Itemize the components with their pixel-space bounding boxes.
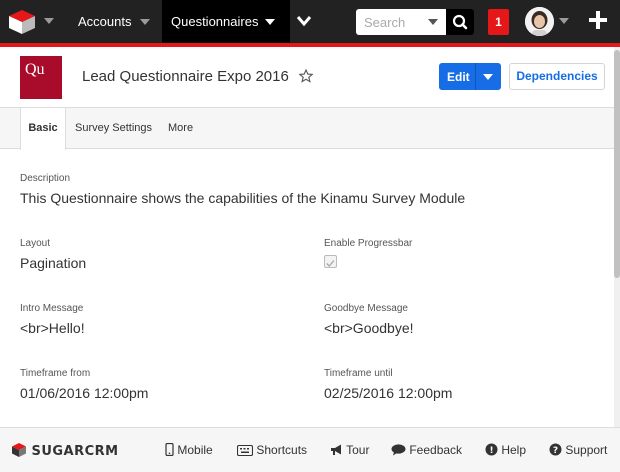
sugarcrm-footer-logo[interactable]: SUGARCRM <box>11 442 119 459</box>
user-menu-caret-icon[interactable] <box>559 18 569 24</box>
description-value[interactable]: This Questionnaire shows the capabilitie… <box>20 190 465 206</box>
favorite-star-icon[interactable] <box>299 69 313 83</box>
footer-shortcuts-label: Shortcuts <box>256 443 308 457</box>
chevron-down-icon[interactable] <box>140 19 150 25</box>
progressbar-checkbox[interactable] <box>324 255 337 268</box>
record-tabs: Basic Survey Settings More <box>0 108 614 150</box>
search-input[interactable] <box>356 9 426 35</box>
intro-message-value[interactable]: <br>Hello! <box>20 320 85 336</box>
chevron-down-icon[interactable] <box>265 19 275 25</box>
footer-mobile-link[interactable]: Mobile <box>165 442 213 457</box>
footer-support-label: Support <box>565 443 608 457</box>
search-module-caret-icon[interactable] <box>428 19 438 25</box>
footer-support-link[interactable]: ? Support <box>549 443 607 457</box>
notifications-badge[interactable]: 1 <box>488 9 509 35</box>
goodbye-message-value[interactable]: <br>Goodbye! <box>324 320 414 336</box>
timeframe-until-label: Timeframe until <box>324 368 393 379</box>
timeframe-from-label: Timeframe from <box>20 368 91 379</box>
nav-tab-accounts[interactable]: Accounts <box>70 0 162 43</box>
dependencies-button[interactable]: Dependencies <box>509 63 605 90</box>
layout-value[interactable]: Pagination <box>20 255 86 271</box>
footer-shortcuts-link[interactable]: Shortcuts <box>236 443 308 457</box>
global-search-box <box>356 9 446 35</box>
nav-tab-accounts-label: Accounts <box>78 14 132 29</box>
sugar-cube-logo-icon[interactable] <box>8 9 36 35</box>
description-label: Description <box>20 173 71 184</box>
logo-menu-caret-icon[interactable] <box>44 18 54 24</box>
nav-tab-questionnaires[interactable]: Questionnaires <box>162 0 290 43</box>
footer-feedback-link[interactable]: Feedback <box>391 443 462 457</box>
support-circle-icon: ? <box>549 443 562 456</box>
tab-more[interactable]: More <box>168 108 193 149</box>
footer-bar: SUGARCRM Mobile Shortcuts Tour Feedback <box>0 427 620 472</box>
mobile-icon <box>165 442 174 457</box>
record-title: Lead Questionnaire Expo 2016 <box>82 68 289 85</box>
keyboard-icon <box>236 444 254 457</box>
nav-tab-questionnaires-label: Questionnaires <box>171 14 259 29</box>
footer-logo-text: SUGARCRM <box>31 444 119 459</box>
svg-text:!: ! <box>489 446 493 456</box>
footer-help-label: Help <box>501 443 527 457</box>
progressbar-label: Enable Progressbar <box>324 238 413 249</box>
search-icon <box>452 14 468 30</box>
more-modules-chevron-icon[interactable] <box>296 14 312 28</box>
bullhorn-icon <box>331 444 341 455</box>
intro-message-label: Intro Message <box>20 303 84 314</box>
scrollbar-thumb[interactable] <box>614 50 620 278</box>
edit-button[interactable]: Edit <box>439 63 501 90</box>
timeframe-until-value[interactable]: 02/25/2016 12:00pm <box>324 385 452 401</box>
chat-bubble-icon <box>391 444 406 456</box>
top-nav-bar: Accounts Questionnaires 1 <box>0 0 620 43</box>
timeframe-from-value[interactable]: 01/06/2016 12:00pm <box>20 385 148 401</box>
quick-create-plus-icon[interactable] <box>589 11 607 29</box>
user-avatar-icon <box>525 7 554 36</box>
footer-tour-link[interactable]: Tour <box>330 443 369 457</box>
footer-tour-label: Tour <box>346 443 370 457</box>
goodbye-message-label: Goodbye Message <box>324 303 408 314</box>
svg-text:?: ? <box>553 446 558 456</box>
record-header: Qu Lead Questionnaire Expo 2016 Edit Dep… <box>0 47 614 108</box>
layout-label: Layout <box>20 238 51 249</box>
footer-feedback-label: Feedback <box>409 443 463 457</box>
sugar-cube-small-icon <box>12 443 26 457</box>
edit-button-divider <box>475 63 476 90</box>
user-avatar[interactable] <box>525 7 554 36</box>
checkmark-icon <box>326 260 335 268</box>
search-button[interactable] <box>446 9 474 35</box>
tab-survey-settings[interactable]: Survey Settings <box>75 108 152 149</box>
module-badge: Qu <box>20 56 62 99</box>
footer-mobile-label: Mobile <box>177 443 213 457</box>
edit-actions-caret-icon[interactable] <box>483 74 493 80</box>
help-circle-icon: ! <box>485 443 498 456</box>
edit-button-label: Edit <box>447 70 470 84</box>
tab-basic[interactable]: Basic <box>20 108 66 150</box>
footer-help-link[interactable]: ! Help <box>485 443 526 457</box>
